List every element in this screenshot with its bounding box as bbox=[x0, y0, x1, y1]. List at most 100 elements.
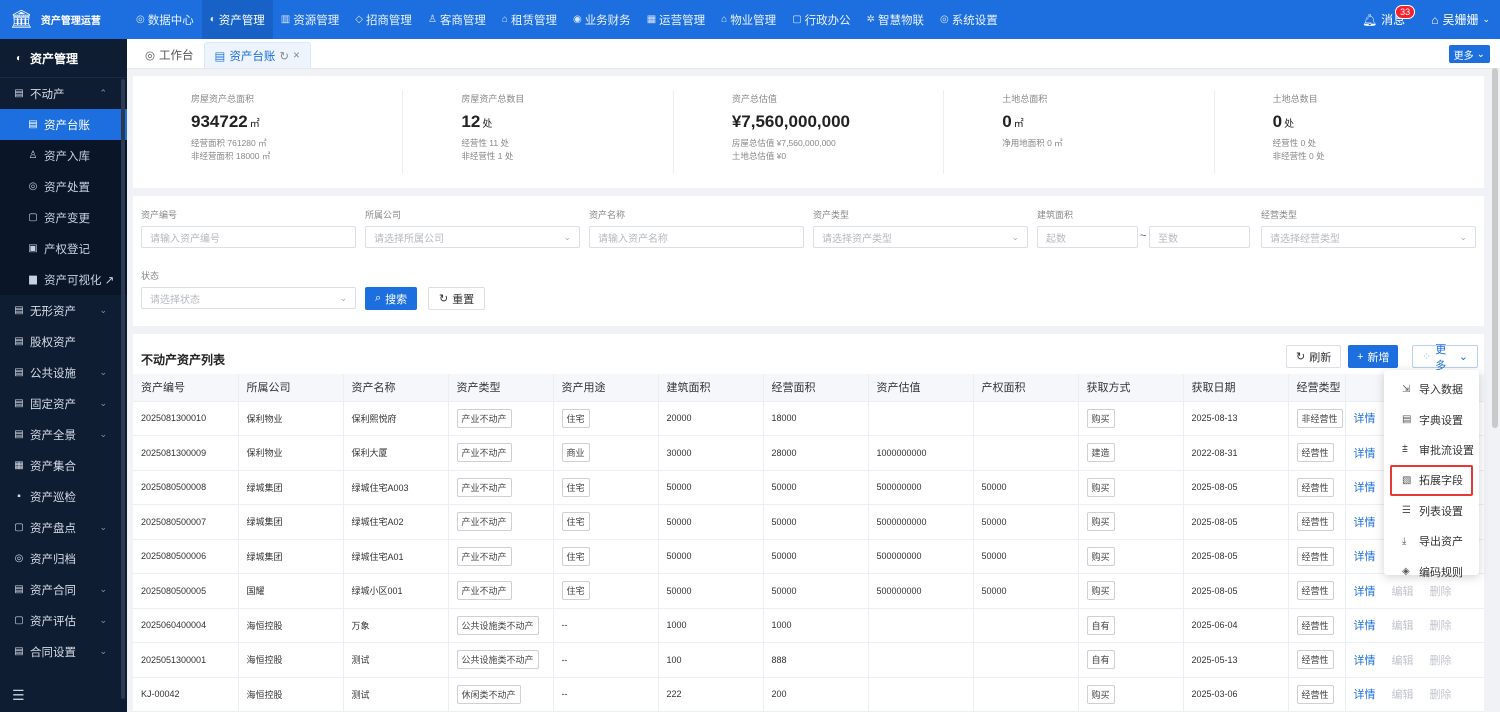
sidebar-item-1[interactable]: ♙ 资产入库 bbox=[0, 140, 127, 171]
table-cell: 保利物业 bbox=[238, 401, 344, 436]
user-menu[interactable]: ⌂ 吴姗姗 ⌄ bbox=[1431, 11, 1490, 28]
detail-link[interactable]: 详情 bbox=[1354, 620, 1376, 632]
menu-item-0[interactable]: ⇲ 导入数据 bbox=[1384, 374, 1479, 404]
sidebar-group-7[interactable]: ▢ 资产盘点 ⌄ bbox=[0, 512, 127, 543]
sidebar-group-2[interactable]: ▤ 公共设施 ⌄ bbox=[0, 357, 127, 388]
table-row[interactable]: 2025081300010 保利物业 保利熙悦府 产业不动产 住宅 20000 18000 购… bbox=[133, 401, 1484, 436]
table-row[interactable]: 2025080500008 绿城集团 绿城住宅A003 产业不动产 住宅 50000 500… bbox=[133, 470, 1484, 505]
sidebar-group-10[interactable]: ▢ 资产评估 ⌄ bbox=[0, 605, 127, 636]
table-cell: 18000 bbox=[763, 401, 869, 436]
sidebar-item-5[interactable]: ▆ 资产可视化 ↗ bbox=[0, 264, 127, 295]
table-row[interactable]: KJ-00042 海恒控股 测试 休闲类不动产 -- 222 200 购买 2025-03-06… bbox=[133, 677, 1484, 712]
topnav-item-9[interactable]: ▢ 行政办公 bbox=[784, 0, 858, 39]
build-area-from-input[interactable]: 起数 bbox=[1037, 226, 1138, 248]
table-row[interactable]: 2025080500007 绿城集团 绿城住宅A02 产业不动产 住宅 50000 5000… bbox=[133, 504, 1484, 540]
sidebar-group-9[interactable]: ▤ 资产合同 ⌄ bbox=[0, 574, 127, 605]
edit-link[interactable]: 编辑 bbox=[1392, 689, 1414, 701]
table-row[interactable]: 2025080500005 国耀 绿城小区001 产业不动产 住宅 50000 50000 5… bbox=[133, 573, 1484, 609]
topnav-label: 租赁管理 bbox=[510, 14, 557, 27]
table-more-button[interactable]: ⁘ 更多 ⌄ bbox=[1412, 344, 1478, 372]
search-button[interactable]: ⌕ 搜索 bbox=[365, 287, 418, 310]
table-cell: 住宅 bbox=[553, 470, 659, 505]
topnav-item-3[interactable]: ◇ 招商管理 bbox=[347, 0, 420, 39]
menu-item-1[interactable]: ▤ 字典设置 bbox=[1384, 404, 1479, 434]
company-select[interactable]: 请选择所属公司 ⌄ bbox=[365, 226, 580, 248]
table-cell: 500000000 bbox=[868, 573, 974, 609]
delete-link[interactable]: 删除 bbox=[1430, 655, 1452, 667]
chevron-down-icon: ⌄ bbox=[99, 646, 107, 656]
reset-button[interactable]: ↻ 重置 bbox=[428, 287, 486, 310]
topnav-item-2[interactable]: ▥ 资源管理 bbox=[273, 0, 347, 39]
biz-type-select[interactable]: 请选择经营类型 ⌄ bbox=[1261, 226, 1476, 248]
main-scrollbar[interactable] bbox=[1492, 68, 1498, 428]
cell-tag: 购买 bbox=[1086, 512, 1115, 532]
sidebar-scrollbar[interactable] bbox=[121, 79, 125, 699]
sidebar-group-11[interactable]: ▤ 合同设置 ⌄ bbox=[0, 636, 127, 667]
edit-link[interactable]: 编辑 bbox=[1392, 620, 1414, 632]
close-icon[interactable]: × bbox=[293, 50, 300, 62]
sidebar-item-4[interactable]: ▣ 产权登记 bbox=[0, 233, 127, 264]
build-area-from-placeholder: 起数 bbox=[1046, 233, 1066, 245]
sidebar-item-0[interactable]: ▤ 资产台账 bbox=[0, 109, 127, 140]
table-row[interactable]: 2025060400004 海恒控股 万象 公共设施类不动产 -- 1000 1000 自有 2… bbox=[133, 608, 1484, 643]
table-row[interactable]: 2025080500006 绿城集团 绿城住宅A01 产业不动产 住宅 50000 5000… bbox=[133, 539, 1484, 574]
asset-no-input[interactable]: 请输入资产编号 bbox=[141, 226, 356, 248]
detail-link[interactable]: 详情 bbox=[1354, 413, 1376, 425]
sidebar-item-2[interactable]: ◎ 资产处置 bbox=[0, 171, 127, 202]
sidebar-group-1[interactable]: ▤ 股权资产 bbox=[0, 326, 127, 357]
edit-link[interactable]: 编辑 bbox=[1392, 655, 1414, 667]
detail-link[interactable]: 详情 bbox=[1354, 586, 1376, 598]
table-cell: 30000 bbox=[658, 435, 764, 471]
tab-workbench[interactable]: ◎ 工作台 bbox=[135, 42, 204, 68]
delete-link[interactable]: 删除 bbox=[1430, 586, 1452, 598]
delete-link[interactable]: 删除 bbox=[1430, 620, 1452, 632]
menu-item-4[interactable]: ☰ 列表设置 bbox=[1384, 496, 1479, 526]
sidebar-group-4[interactable]: ▤ 资产全景 ⌄ bbox=[0, 419, 127, 450]
sidebar-group-6[interactable]: ▪ 资产巡检 bbox=[0, 481, 127, 512]
detail-link[interactable]: 详情 bbox=[1354, 517, 1376, 529]
table-row[interactable]: 2025051300001 海恒控股 测试 公共设施类不动产 -- 100 888 自有 202… bbox=[133, 642, 1484, 678]
add-button[interactable]: + 新增 bbox=[1348, 345, 1399, 368]
build-area-to-input[interactable]: 至数 bbox=[1149, 226, 1250, 248]
topnav-item-8[interactable]: ⌂ 物业管理 bbox=[713, 0, 784, 39]
refresh-icon[interactable]: ↻ bbox=[279, 49, 289, 63]
sidebar-group-5[interactable]: ▦ 资产集合 bbox=[0, 450, 127, 481]
topnav-item-11[interactable]: ◎ 系统设置 bbox=[932, 0, 1006, 39]
tab-asset-ledger[interactable]: ▤ 资产台账 ↻ × bbox=[203, 42, 311, 68]
sidebar-group-8[interactable]: ◎ 资产归档 bbox=[0, 543, 127, 574]
menu-item-3[interactable]: ▧ 拓展字段 bbox=[1390, 465, 1473, 496]
detail-link[interactable]: 详情 bbox=[1354, 482, 1376, 494]
detail-link[interactable]: 详情 bbox=[1354, 448, 1376, 460]
detail-link[interactable]: 详情 bbox=[1354, 551, 1376, 563]
app-logo[interactable]: 🏛 资产管理运营 bbox=[0, 0, 128, 39]
asset-type-select[interactable]: 请选择资产类型 ⌄ bbox=[813, 226, 1028, 248]
refresh-button[interactable]: ↻ 刷新 bbox=[1286, 345, 1342, 368]
sidebar-group-0[interactable]: ▤ 无形资产 ⌄ bbox=[0, 295, 127, 326]
menu-item-5[interactable]: ⤓ 导出资产 bbox=[1384, 526, 1479, 556]
sidebar-item-3[interactable]: ▢ 资产变更 bbox=[0, 202, 127, 233]
detail-link[interactable]: 详情 bbox=[1354, 655, 1376, 667]
table-row[interactable]: 2025081300009 保利物业 保利大厦 产业不动产 商业 30000 28000 10… bbox=[133, 435, 1484, 471]
collapse-menu-icon[interactable]: ☰ bbox=[12, 687, 25, 704]
topnav-item-4[interactable]: ♙ 客商管理 bbox=[420, 0, 494, 39]
topnav-item-7[interactable]: ▦ 运营管理 bbox=[639, 0, 713, 39]
topnav-item-6[interactable]: ◉ 业务财务 bbox=[565, 0, 639, 39]
delete-link[interactable]: 删除 bbox=[1430, 689, 1452, 701]
tabs-more-button[interactable]: 更多 ⌄ bbox=[1448, 45, 1490, 63]
asset-name-input[interactable]: 请输入资产名称 bbox=[589, 226, 804, 248]
menu-item-6[interactable]: ◈ 编码规则 bbox=[1384, 556, 1479, 586]
table-cell: 50000 bbox=[763, 504, 869, 540]
table-cell: 购买 bbox=[1078, 573, 1184, 609]
sidebar-group-realestate[interactable]: ▤ 不动产 ⌃ bbox=[0, 78, 127, 109]
topnav-item-1[interactable]: ◐ 资产管理 bbox=[201, 0, 273, 39]
table-cell bbox=[973, 642, 1079, 678]
detail-link[interactable]: 详情 bbox=[1354, 689, 1376, 701]
topnav-item-5[interactable]: ⌂ 租赁管理 bbox=[494, 0, 565, 39]
sidebar-group-3[interactable]: ▤ 固定资产 ⌄ bbox=[0, 388, 127, 419]
messages-button[interactable]: 🔔︎ 消息 33 bbox=[1362, 5, 1416, 28]
topnav-item-0[interactable]: ◎ 数据中心 bbox=[128, 0, 202, 39]
status-select[interactable]: 请选择状态 ⌄ bbox=[141, 287, 356, 309]
edit-link[interactable]: 编辑 bbox=[1392, 586, 1414, 598]
menu-item-2[interactable]: ⩲ 审批流设置 bbox=[1384, 435, 1479, 465]
topnav-item-10[interactable]: ✲ 智慧物联 bbox=[859, 0, 932, 39]
